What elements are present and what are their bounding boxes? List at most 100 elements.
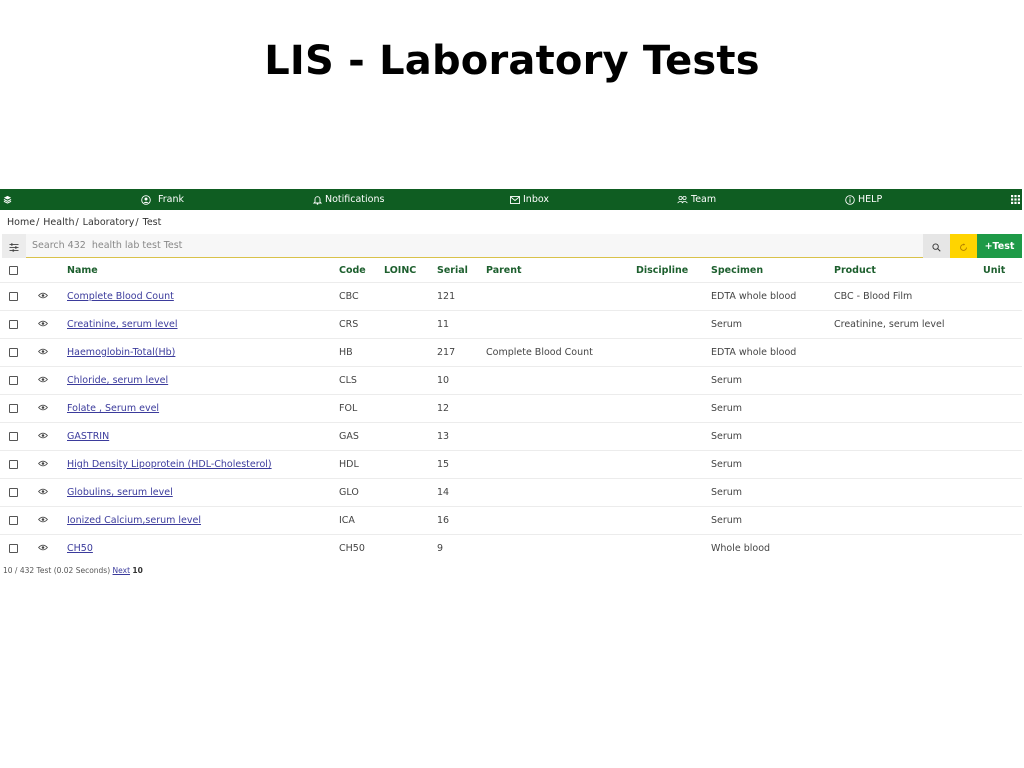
cell-parent: [486, 506, 636, 535]
cell-discipline: [636, 366, 711, 395]
eye-icon[interactable]: [37, 431, 49, 442]
eye-icon[interactable]: [37, 515, 49, 526]
row-checkbox[interactable]: [9, 320, 18, 329]
nav-inbox[interactable]: Inbox: [510, 189, 549, 210]
column-header-unit[interactable]: Unit: [983, 258, 1022, 283]
test-name-link[interactable]: Chloride, serum level: [67, 375, 168, 386]
cell-discipline: [636, 338, 711, 367]
table-row: Globulins, serum level GLO 14 Serum: [0, 478, 1022, 507]
search-button[interactable]: [923, 234, 950, 258]
cell-loinc: [384, 310, 437, 339]
row-checkbox[interactable]: [9, 292, 18, 301]
nav-help-label: HELP: [858, 194, 883, 205]
eye-icon[interactable]: [37, 375, 49, 386]
eye-icon[interactable]: [37, 487, 49, 498]
breadcrumb-separator: /: [135, 216, 139, 228]
cell-name: CH50: [67, 534, 339, 562]
row-view-cell: [30, 506, 67, 535]
cell-name: Globulins, serum level: [67, 478, 339, 507]
eye-icon[interactable]: [37, 403, 49, 414]
cell-product: [834, 366, 983, 395]
row-checkbox[interactable]: [9, 516, 18, 525]
cell-serial: 121: [437, 282, 486, 311]
cell-serial: 14: [437, 478, 486, 507]
nav-help[interactable]: HELP: [845, 189, 882, 210]
cell-specimen: Serum: [711, 394, 834, 423]
apps-grid-icon[interactable]: [1011, 189, 1020, 210]
test-name-link[interactable]: Haemoglobin-Total(Hb): [67, 347, 175, 358]
test-name-link[interactable]: CH50: [67, 543, 93, 554]
nav-user[interactable]: Frank: [141, 189, 184, 210]
column-header-loinc[interactable]: LOINC: [384, 258, 437, 283]
filter-button[interactable]: [2, 234, 26, 258]
page-title: LIS - Laboratory Tests: [264, 38, 760, 84]
column-header-parent[interactable]: Parent: [486, 258, 636, 283]
nav-notifications-label: Notifications: [325, 194, 385, 205]
row-checkbox[interactable]: [9, 404, 18, 413]
column-header-name[interactable]: Name: [67, 258, 339, 283]
row-view-cell: [30, 450, 67, 479]
search-input[interactable]: [30, 239, 923, 252]
cell-code: FOL: [339, 394, 384, 423]
row-checkbox[interactable]: [9, 460, 18, 469]
cell-product: [834, 338, 983, 367]
column-header-code[interactable]: Code: [339, 258, 384, 283]
cell-product: [834, 506, 983, 535]
test-name-link[interactable]: GASTRIN: [67, 431, 109, 442]
table-row: GASTRIN GAS 13 Serum: [0, 422, 1022, 451]
row-checkbox[interactable]: [9, 432, 18, 441]
select-all-checkbox[interactable]: [9, 265, 18, 275]
row-checkbox[interactable]: [9, 488, 18, 497]
cell-code: CBC: [339, 282, 384, 311]
column-header-serial[interactable]: Serial: [437, 258, 486, 283]
column-header-discipline[interactable]: Discipline: [636, 258, 711, 283]
next-page-count: 10: [132, 566, 143, 575]
mail-icon: [510, 195, 520, 204]
cell-specimen: Serum: [711, 478, 834, 507]
cell-product: [834, 394, 983, 423]
nav-notifications[interactable]: Notifications: [313, 189, 384, 210]
eye-icon[interactable]: [37, 347, 49, 358]
next-page-link[interactable]: Next: [113, 566, 130, 575]
eye-icon[interactable]: [37, 291, 49, 302]
breadcrumb-home[interactable]: Home: [7, 217, 35, 228]
row-select-cell: [0, 338, 30, 367]
eye-icon[interactable]: [37, 459, 49, 470]
cell-specimen: Serum: [711, 506, 834, 535]
eye-icon[interactable]: [37, 319, 49, 330]
stack-menu-icon[interactable]: [3, 189, 12, 210]
column-header-specimen[interactable]: Specimen: [711, 258, 834, 283]
breadcrumb-test[interactable]: Test: [143, 217, 162, 228]
test-name-link[interactable]: Globulins, serum level: [67, 487, 173, 498]
refresh-button[interactable]: [950, 234, 977, 258]
row-select-cell: [0, 422, 30, 451]
row-select-cell: [0, 506, 30, 535]
cell-parent: Complete Blood Count: [486, 338, 636, 367]
breadcrumb-laboratory[interactable]: Laboratory: [83, 217, 135, 228]
cell-product: [834, 478, 983, 507]
search-box: [26, 234, 923, 258]
cell-specimen: Serum: [711, 422, 834, 451]
test-name-link[interactable]: Complete Blood Count: [67, 291, 174, 302]
row-view-cell: [30, 422, 67, 451]
nav-team[interactable]: Team: [677, 189, 716, 210]
add-test-button[interactable]: +Test: [977, 234, 1022, 258]
row-select-cell: [0, 310, 30, 339]
test-name-link[interactable]: High Density Lipoprotein (HDL-Cholestero…: [67, 459, 272, 470]
row-checkbox[interactable]: [9, 544, 18, 553]
cell-specimen: Whole blood: [711, 534, 834, 562]
cell-parent: [486, 310, 636, 339]
row-checkbox[interactable]: [9, 376, 18, 385]
eye-icon[interactable]: [37, 543, 49, 554]
top-nav: Frank Notifications Inbox Team HELP: [0, 189, 1022, 210]
cell-specimen: Serum: [711, 366, 834, 395]
row-checkbox[interactable]: [9, 348, 18, 357]
test-name-link[interactable]: Creatinine, serum level: [67, 319, 178, 330]
column-header-product[interactable]: Product: [834, 258, 983, 283]
test-name-link[interactable]: Folate , Serum evel: [67, 403, 159, 414]
cell-unit: [983, 282, 1022, 311]
breadcrumb-health[interactable]: Health: [43, 217, 74, 228]
row-select-cell: [0, 534, 30, 562]
test-name-link[interactable]: Ionized Calcium,serum level: [67, 515, 201, 526]
cell-parent: [486, 450, 636, 479]
